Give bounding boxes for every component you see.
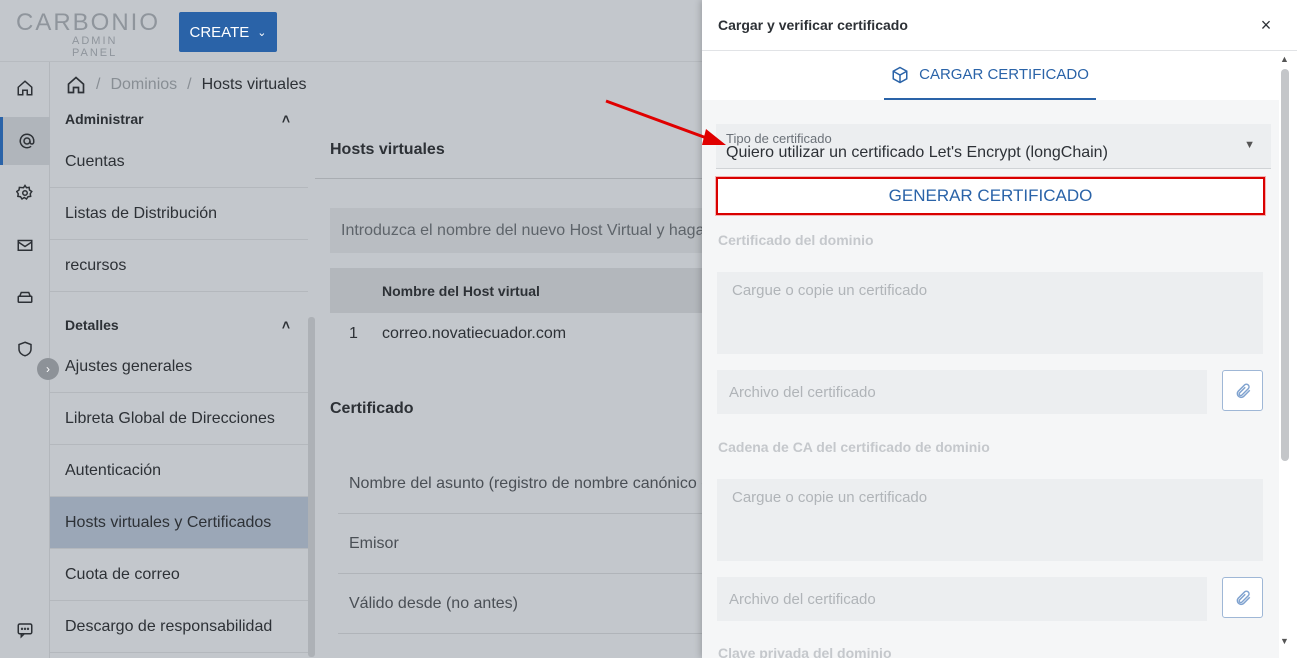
rail-domains[interactable] bbox=[0, 117, 50, 165]
rail-mail[interactable] bbox=[0, 221, 50, 269]
breadcrumb-current: Hosts virtuales bbox=[201, 75, 307, 93]
ca-chain-file-field[interactable]: Archivo del certificado bbox=[717, 577, 1207, 621]
cert-valid-from-row: Válido desde (no antes) bbox=[338, 574, 710, 634]
breadcrumb-separator: / bbox=[187, 75, 192, 93]
table-row[interactable]: 1 correo.novatiecuador.com bbox=[330, 313, 710, 355]
shield-icon bbox=[18, 341, 32, 357]
breadcrumb: / Dominios / Hosts virtuales bbox=[50, 62, 710, 107]
scrollbar-thumb[interactable] bbox=[1281, 69, 1289, 461]
tab-cargar-certificado[interactable]: CARGAR CERTIFICADO bbox=[884, 51, 1096, 100]
drawer-title: Cargar y verificar certificado bbox=[718, 17, 908, 33]
select-value: Quiero utilizar un certificado Let's Enc… bbox=[726, 144, 1108, 161]
nav-item-ajustes[interactable]: Ajustes generales bbox=[50, 341, 308, 393]
host-input-hint[interactable]: Introduzca el nombre del nuevo Host Virt… bbox=[330, 208, 710, 253]
scroll-up-icon[interactable]: ▲ bbox=[1280, 54, 1289, 64]
home-icon bbox=[17, 80, 33, 96]
rail-home[interactable] bbox=[0, 64, 50, 112]
section-detalles[interactable]: Detalles ˄ bbox=[65, 317, 290, 333]
cert-issuer-row: Emisor bbox=[338, 514, 710, 574]
chevron-down-icon: ⌄ bbox=[257, 26, 267, 39]
main-content: Hosts virtuales Introduzca el nombre del… bbox=[315, 107, 710, 658]
section-label: Administrar bbox=[65, 111, 144, 127]
create-label: CREATE bbox=[189, 23, 250, 41]
tab-label: CARGAR CERTIFICADO bbox=[919, 66, 1089, 83]
domain-certificate-file-field[interactable]: Archivo del certificado bbox=[717, 370, 1207, 414]
private-key-label: Clave privada del dominio bbox=[718, 645, 892, 658]
attach-ca-chain-button[interactable] bbox=[1222, 577, 1263, 618]
certificate-type-select[interactable]: Tipo de certificado Quiero utilizar un c… bbox=[716, 124, 1271, 169]
nav-item-recursos[interactable]: recursos bbox=[50, 240, 308, 292]
carbonio-logo[interactable]: CARBONIO ADMIN PANEL bbox=[16, 9, 166, 60]
paperclip-icon bbox=[1236, 382, 1250, 398]
ca-chain-textarea[interactable]: Cargue o copie un certificado bbox=[717, 479, 1263, 561]
certificate-drawer: Cargar y verificar certificado × CARGAR … bbox=[702, 0, 1297, 658]
attach-domain-certificate-button[interactable] bbox=[1222, 370, 1263, 411]
divider bbox=[315, 178, 710, 179]
ca-chain-label: Cadena de CA del certificado de dominio bbox=[718, 439, 990, 455]
page-title: Hosts virtuales bbox=[330, 141, 445, 158]
certificate-section-title: Certificado bbox=[330, 400, 414, 417]
nav-item-listas[interactable]: Listas de Distribución bbox=[50, 188, 308, 240]
nav-item-descargo[interactable]: Descargo de responsabilidad bbox=[50, 601, 308, 653]
cert-subject-row: Nombre del asunto (registro de nombre ca… bbox=[338, 454, 710, 514]
gear-icon bbox=[16, 184, 33, 201]
breadcrumb-separator: / bbox=[96, 75, 101, 93]
drawer-header: Cargar y verificar certificado bbox=[702, 0, 1297, 51]
nav-item-libreta[interactable]: Libreta Global de Direcciones bbox=[50, 393, 308, 445]
table-header: Nombre del Host virtual bbox=[330, 268, 710, 313]
secondary-nav: Administrar ˄ Cuentas Listas de Distribu… bbox=[50, 107, 315, 658]
table-header-name: Nombre del Host virtual bbox=[382, 282, 540, 299]
create-button[interactable]: CREATE ⌄ bbox=[179, 12, 277, 52]
close-icon[interactable]: × bbox=[1257, 16, 1275, 34]
generate-certificate-button[interactable]: GENERAR CERTIFICADO bbox=[716, 177, 1265, 215]
rail-settings[interactable] bbox=[0, 169, 50, 217]
nav-item-cuota[interactable]: Cuota de correo bbox=[50, 549, 308, 601]
rail-chat[interactable] bbox=[0, 606, 50, 654]
scroll-down-icon[interactable]: ▼ bbox=[1280, 636, 1289, 646]
nav-item-autenticacion[interactable]: Autenticación bbox=[50, 445, 308, 497]
nav-item-hosts[interactable]: Hosts virtuales y Certificados bbox=[50, 497, 308, 549]
domain-certificate-label: Certificado del dominio bbox=[718, 232, 874, 248]
drawer-scrollbar[interactable]: ▲ ▼ bbox=[1280, 54, 1289, 655]
drawer-body: Tipo de certificado Quiero utilizar un c… bbox=[702, 100, 1279, 658]
breadcrumb-domains[interactable]: Dominios bbox=[110, 76, 177, 94]
chevron-up-icon: ˄ bbox=[281, 111, 290, 127]
caret-down-icon: ▼ bbox=[1244, 139, 1255, 151]
logo-text: CARBONIO bbox=[16, 9, 161, 36]
section-administrar[interactable]: Administrar ˄ bbox=[65, 111, 290, 127]
paperclip-icon bbox=[1236, 589, 1250, 605]
row-host-name: correo.novatiecuador.com bbox=[382, 325, 567, 342]
logo-subtitle: ADMIN PANEL bbox=[72, 35, 118, 59]
rail-storage[interactable] bbox=[0, 273, 50, 321]
row-index: 1 bbox=[349, 325, 358, 342]
mail-icon bbox=[17, 239, 33, 251]
at-icon bbox=[19, 133, 34, 149]
domain-certificate-textarea[interactable]: Cargue o copie un certificado bbox=[717, 272, 1263, 354]
expand-sidebar-button[interactable]: › bbox=[37, 358, 59, 380]
section-label: Detalles bbox=[65, 317, 119, 333]
cube-icon bbox=[892, 66, 908, 83]
subnav-scrollbar[interactable] bbox=[308, 317, 315, 657]
home-icon[interactable] bbox=[66, 75, 86, 95]
chat-icon bbox=[17, 623, 33, 639]
storage-icon bbox=[17, 291, 33, 303]
chevron-up-icon: ˄ bbox=[281, 317, 290, 333]
nav-item-cuentas[interactable]: Cuentas bbox=[50, 136, 308, 188]
